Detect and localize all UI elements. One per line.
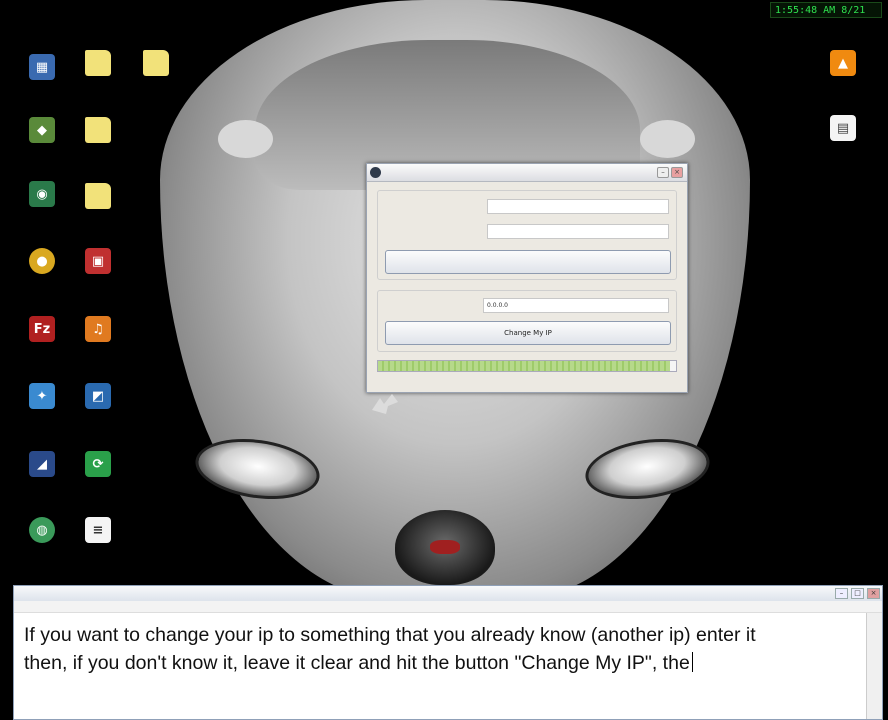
filezilla-icon: Fz — [29, 316, 55, 342]
globe-icon: ◍ — [29, 517, 55, 543]
progress-bar — [377, 360, 677, 372]
enter-ip-input[interactable] — [487, 199, 669, 214]
maximize-button[interactable]: □ — [851, 588, 864, 599]
app-icon: ◩ — [85, 383, 111, 409]
app-icon — [370, 167, 381, 178]
desktop-icon-a5[interactable]: ● — [14, 248, 70, 277]
document-icon: ▤ — [830, 115, 856, 141]
change-to-input[interactable]: 0.0.0.0 — [483, 298, 669, 313]
desktop-icon-doc[interactable]: ▤ — [815, 115, 871, 144]
notepad-text-area[interactable]: If you want to change your ip to somethi… — [14, 613, 882, 677]
logo-icon — [370, 392, 410, 432]
app-icon: ◢ — [29, 451, 55, 477]
desktop-icon-a3[interactable]: ◆ — [14, 117, 70, 146]
desktop-icon-b9[interactable]: ≡ — [70, 517, 126, 546]
desktop-icon-b6[interactable]: ♫ — [70, 316, 126, 345]
app-icon: ● — [29, 248, 55, 274]
hide-ip-button[interactable] — [385, 250, 671, 274]
globe-icon: ◉ — [29, 181, 55, 207]
ip-changer-window[interactable]: – × 0.0.0.0 Change My IP — [366, 163, 688, 393]
desktop-icon-vlc[interactable]: ▲ — [815, 50, 871, 79]
desktop-icon-c2[interactable] — [128, 50, 184, 79]
wait-input[interactable] — [487, 224, 669, 239]
desktop-icon-b5[interactable]: ▣ — [70, 248, 126, 277]
minimize-button[interactable]: – — [657, 167, 669, 178]
close-button[interactable]: × — [867, 588, 880, 599]
notepad-titlebar[interactable]: – □ × — [14, 586, 882, 601]
desktop-icon-a2[interactable]: ▦ — [14, 54, 70, 83]
car-badge — [430, 540, 460, 554]
text-line-with-caret: then, if you don't know it, leave it cle… — [24, 649, 872, 677]
document-icon: ≡ — [85, 517, 111, 543]
text-caret — [691, 652, 693, 672]
car-mirror-left — [218, 120, 273, 158]
notepad-menubar — [14, 601, 882, 613]
desktop-icon-a4[interactable]: ◉ — [14, 181, 70, 210]
desktop-icon-b3[interactable] — [70, 117, 126, 146]
app-icon: ⟳ — [85, 451, 111, 477]
desktop-icon-b2[interactable] — [70, 50, 126, 79]
vlc-icon: ▲ — [830, 50, 856, 76]
app-icon: ▦ — [29, 54, 55, 80]
folder-icon — [85, 183, 111, 209]
app-icon: ✦ — [29, 383, 55, 409]
desktop-icon-a9[interactable]: ◍ — [14, 517, 70, 546]
app-icon: ▣ — [85, 248, 111, 274]
folder-icon — [85, 50, 111, 76]
desktop-icon-b4[interactable] — [70, 183, 126, 212]
car-mirror-right — [640, 120, 695, 158]
app-icon: ◆ — [29, 117, 55, 143]
bird-icon — [372, 394, 398, 414]
desktop-icon-b7[interactable]: ◩ — [70, 383, 126, 412]
folder-icon — [143, 50, 169, 76]
desktop-icon-a8[interactable]: ◢ — [14, 451, 70, 480]
window-titlebar[interactable]: – × — [367, 164, 687, 182]
change-my-ip-button[interactable]: Change My IP — [385, 321, 671, 345]
desktop-icon-b8[interactable]: ⟳ — [70, 451, 126, 480]
scrollbar[interactable] — [866, 613, 882, 719]
progress-fill — [378, 361, 671, 371]
desktop-icon-a6[interactable]: Fz — [14, 316, 70, 345]
folder-icon — [85, 117, 111, 143]
app-icon: ♫ — [85, 316, 111, 342]
notepad-window[interactable]: – □ × If you want to change your ip to s… — [13, 585, 883, 720]
close-button[interactable]: × — [671, 167, 683, 178]
text-line: then, if you don't know it, leave it cle… — [24, 652, 690, 674]
tray-clock: 1:55:48 AM 8/21 — [770, 2, 882, 18]
desktop-icon-a7[interactable]: ✦ — [14, 383, 70, 412]
minimize-button[interactable]: – — [835, 588, 848, 599]
text-line: If you want to change your ip to somethi… — [24, 624, 756, 646]
